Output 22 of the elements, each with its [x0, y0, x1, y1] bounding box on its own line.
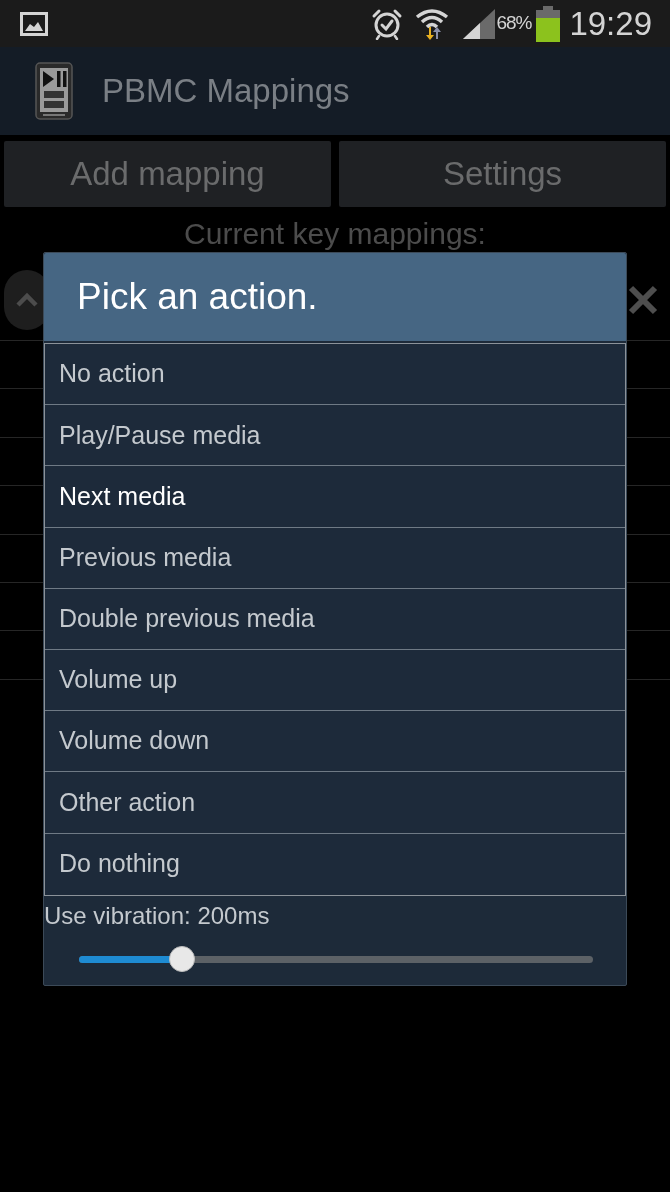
action-option[interactable]: Previous media: [45, 527, 625, 589]
vibration-label: Use vibration: 200ms: [44, 900, 270, 931]
action-option[interactable]: Other action: [45, 772, 625, 834]
slider-thumb[interactable]: [168, 945, 195, 972]
signal-icon: [463, 8, 496, 39]
dialog-title: Pick an action.: [77, 275, 318, 320]
action-option[interactable]: Do nothing: [45, 833, 625, 895]
wifi-icon: [415, 6, 450, 41]
clock-time: 19:29: [569, 7, 652, 40]
battery-icon: [536, 5, 561, 42]
action-option[interactable]: Next media: [45, 466, 625, 528]
action-option[interactable]: Play/Pause media: [45, 405, 625, 467]
battery-percentage: 68%: [496, 11, 532, 36]
action-option[interactable]: Volume up: [45, 649, 625, 712]
action-option[interactable]: No action: [45, 344, 625, 406]
action-option[interactable]: Volume down: [45, 711, 625, 773]
app-title: PBMC Mappings: [102, 71, 350, 112]
alarm-clock-icon: [371, 7, 404, 40]
action-option[interactable]: Double previous media: [45, 588, 625, 650]
image-icon: [20, 11, 48, 36]
mappings-heading: Current key mappings:: [184, 217, 486, 251]
app-logo-icon: [35, 62, 73, 120]
